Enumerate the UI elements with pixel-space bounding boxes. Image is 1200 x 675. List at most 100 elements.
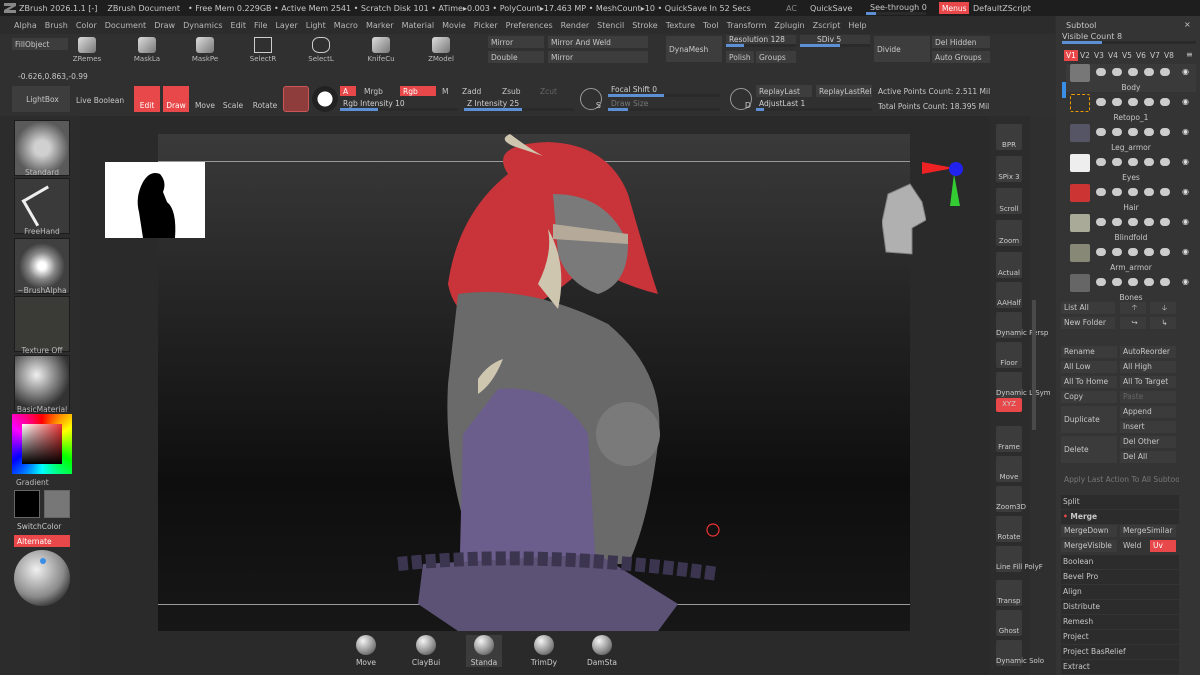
version-tab-v8[interactable]: V8 (1162, 50, 1176, 61)
menu-stencil[interactable]: Stencil (593, 21, 628, 30)
subtool-item[interactable]: ◉ Body (1066, 64, 1196, 92)
zmodeler-tool[interactable]: ZModel (424, 37, 458, 67)
all-high-button[interactable]: All High (1120, 361, 1176, 373)
double-button[interactable]: Double (488, 51, 544, 63)
eye-icon[interactable]: ◉ (1182, 217, 1189, 226)
menu-stroke[interactable]: Stroke (628, 21, 662, 30)
focal-shift-slider[interactable]: Focal Shift 0 (608, 85, 720, 97)
merge-down-button[interactable]: MergeDown (1061, 525, 1117, 537)
brush-damsta[interactable]: DamSta (584, 635, 620, 667)
shelf-dynamic-persp-button[interactable]: Dynamic Persp (996, 312, 1048, 338)
lightbox-button[interactable]: LightBox (12, 86, 70, 112)
eye-icon[interactable]: ◉ (1182, 247, 1189, 256)
uv-toggle[interactable]: Uv (1150, 540, 1176, 552)
subtool-visibility-icons[interactable]: ◉ (1096, 67, 1196, 78)
z-intensity-slider[interactable]: Z Intensity 25 (464, 99, 574, 111)
shelf-rotate-button[interactable]: Rotate (996, 516, 1022, 542)
yin-yang-icon[interactable] (312, 86, 338, 112)
menu-document[interactable]: Document (101, 21, 150, 30)
paste-button[interactable]: Paste (1120, 391, 1176, 403)
shelf-zoom-button[interactable]: Zoom (996, 220, 1022, 246)
edit-button[interactable]: Edit (134, 86, 160, 112)
version-tab-v2[interactable]: V2 (1078, 50, 1092, 61)
section-project[interactable]: Project (1061, 630, 1179, 644)
mrgb-toggle[interactable]: Mrgb (364, 87, 383, 96)
knifecurve-tool[interactable]: KnifeCu (364, 37, 398, 67)
subtool-item[interactable]: ◉ Retopo_1 (1066, 94, 1196, 122)
quicksave-button[interactable]: QuickSave (810, 4, 852, 13)
section-project-basrelief[interactable]: Project BasRelief (1061, 645, 1179, 659)
fillobject-button[interactable]: FillObject (12, 38, 68, 50)
merge-visible-button[interactable]: MergeVisible (1061, 540, 1117, 552)
brush-trimdy[interactable]: TrimDy (526, 635, 562, 667)
switch-color-button[interactable]: SwitchColor (14, 520, 70, 532)
merge-similar-button[interactable]: MergeSimilar (1120, 525, 1176, 537)
subtool-visibility-icons[interactable]: ◉ (1096, 127, 1196, 138)
shelf-dynamic-solo-button[interactable]: Dynamic Solo (996, 640, 1044, 666)
duplicate-button[interactable]: Duplicate (1061, 406, 1117, 433)
subtool-panel-close-icon[interactable]: × (1184, 20, 1191, 29)
menu-preferences[interactable]: Preferences (502, 21, 557, 30)
rgb-intensity-slider[interactable]: Rgb Intensity 10 (340, 99, 458, 111)
version-options-icon[interactable]: ≡ (1186, 50, 1193, 59)
resolution-slider[interactable]: Resolution 128 (726, 35, 796, 47)
shelf-bpr-button[interactable]: BPR (996, 124, 1022, 150)
draw-size-slider[interactable]: Draw Size (608, 99, 720, 111)
visible-count-slider[interactable]: Visible Count 8 (1062, 32, 1196, 44)
divide-button[interactable]: Divide (874, 36, 930, 62)
selectlasso-tool[interactable]: SelectL (304, 37, 338, 67)
apply-last-action-button[interactable]: Apply Last Action To All Subtoo (1061, 474, 1179, 486)
mirror-and-weld-button[interactable]: Mirror And Weld (548, 36, 648, 48)
polish-button[interactable]: Polish (726, 51, 754, 63)
menu-movie[interactable]: Movie (438, 21, 470, 30)
version-tab-v1[interactable]: V1 (1064, 50, 1078, 61)
section-bevel-pro[interactable]: Bevel Pro (1061, 570, 1179, 584)
list-all-button[interactable]: List All (1061, 302, 1115, 314)
shelf-move-button[interactable]: Move (996, 456, 1022, 482)
scale-mode-button[interactable]: Scale (220, 86, 246, 112)
version-tab-v5[interactable]: V5 (1120, 50, 1134, 61)
weld-toggle[interactable]: Weld (1120, 540, 1148, 552)
menu-zscript[interactable]: Zscript (809, 21, 845, 30)
shelf-ghost-button[interactable]: Ghost (996, 610, 1022, 636)
ac-label[interactable]: AC (786, 4, 797, 13)
texture-thumb[interactable] (14, 296, 70, 352)
menu-edit[interactable]: Edit (227, 21, 251, 30)
rename-button[interactable]: Rename (1061, 346, 1117, 358)
subtool-visibility-icons[interactable]: ◉ (1096, 247, 1196, 258)
subtool-item[interactable]: ◉ Eyes (1066, 154, 1196, 182)
subtool-item[interactable]: ◉ Blindfold (1066, 214, 1196, 242)
insert-button[interactable]: Insert (1120, 421, 1176, 433)
a-toggle[interactable]: A (340, 86, 356, 96)
eye-icon[interactable]: ◉ (1182, 97, 1189, 106)
menu-render[interactable]: Render (557, 21, 593, 30)
zadd-toggle[interactable]: Zadd (462, 87, 481, 96)
live-boolean-toggle[interactable]: Live Boolean (76, 96, 124, 105)
section-remesh[interactable]: Remesh (1061, 615, 1179, 629)
subtool-item[interactable]: ◉ Arm_armor (1066, 244, 1196, 272)
rgb-toggle[interactable]: Rgb (400, 86, 436, 96)
color-picker[interactable] (12, 414, 72, 474)
menus-button[interactable]: Menus (939, 2, 969, 14)
mirror-axis-button[interactable]: Mirror (548, 51, 648, 63)
draw-button[interactable]: Draw (163, 86, 189, 112)
subtool-visibility-icons[interactable]: ◉ (1096, 187, 1196, 198)
shelf-aahalf-button[interactable]: AAHalf (996, 282, 1022, 308)
version-tab-v4[interactable]: V4 (1106, 50, 1120, 61)
new-folder-button[interactable]: New Folder (1061, 317, 1115, 329)
dynamesh-button[interactable]: DynaMesh (666, 36, 722, 62)
menu-material[interactable]: Material (398, 21, 439, 30)
masklasso-tool[interactable]: MaskLa (130, 37, 164, 67)
merge-section[interactable]: • Merge (1061, 510, 1179, 524)
shelf-zoom3d-button[interactable]: Zoom3D (996, 486, 1026, 512)
menu-draw[interactable]: Draw (150, 21, 179, 30)
auto-groups-button[interactable]: Auto Groups (932, 51, 990, 63)
zremesher-tool[interactable]: ZRemes (70, 37, 104, 67)
subtool-item[interactable]: ◉ Bones (1066, 274, 1196, 302)
secondary-color-swatch[interactable] (44, 490, 70, 518)
subtool-visibility-icons[interactable]: ◉ (1096, 97, 1196, 108)
zcut-toggle[interactable]: Zcut (540, 87, 557, 96)
subtool-item[interactable]: ◉ Leg_armor (1066, 124, 1196, 152)
menu-light[interactable]: Light (302, 21, 330, 30)
see-through-slider[interactable]: See-through 0 (866, 2, 934, 15)
